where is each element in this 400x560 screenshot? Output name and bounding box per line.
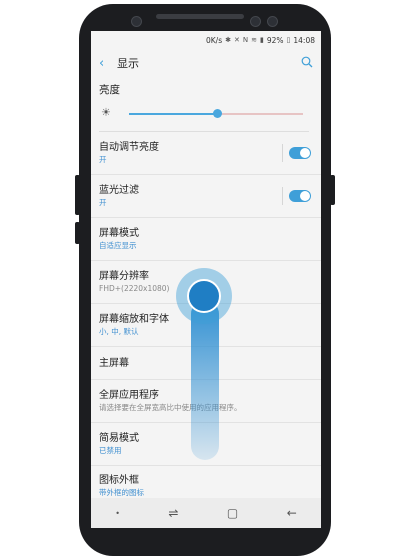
back-nav-icon[interactable]: ← bbox=[287, 506, 297, 520]
earpiece-speaker bbox=[156, 14, 244, 19]
brightness-slider[interactable] bbox=[129, 109, 303, 118]
power-button bbox=[330, 175, 335, 205]
chevron-left-icon[interactable]: ‹ bbox=[99, 56, 117, 71]
app-bar: ‹ 显示 bbox=[91, 49, 321, 77]
toggle-switch[interactable] bbox=[289, 147, 311, 159]
touch-indicator bbox=[187, 279, 221, 313]
page-title: 显示 bbox=[117, 57, 139, 70]
battery-icon: ▯ bbox=[286, 36, 291, 44]
settings-row-subtitle: 开 bbox=[99, 198, 107, 207]
sun-icon: ☀ bbox=[101, 106, 111, 119]
brightness-slider-row: ☀ bbox=[91, 99, 321, 127]
toggle-separator bbox=[282, 144, 283, 162]
settings-row-title: 蓝光过滤 bbox=[99, 185, 139, 196]
brightness-slider-fill bbox=[129, 113, 218, 115]
dot-icon[interactable]: • bbox=[115, 509, 120, 518]
settings-row-title: 图标外框 bbox=[99, 475, 139, 486]
volume-button bbox=[75, 175, 80, 215]
touch-trail bbox=[191, 300, 219, 460]
bixby-button bbox=[75, 222, 80, 244]
settings-row[interactable]: 自动调节亮度开 bbox=[91, 132, 321, 175]
settings-row-title: 屏幕模式 bbox=[99, 228, 139, 239]
signal-icon: ▮ bbox=[259, 36, 264, 44]
settings-row-subtitle: 开 bbox=[99, 155, 107, 164]
nfc-icon: N bbox=[242, 36, 249, 44]
status-bar: 0K/s ✱ ✕ N ≋ ▮ 92% ▯ 14:08 bbox=[91, 31, 321, 49]
sensor-icon bbox=[267, 16, 278, 27]
mute-icon: ✕ bbox=[233, 36, 240, 44]
settings-row[interactable]: 蓝光过滤开 bbox=[91, 175, 321, 218]
toggle-separator bbox=[282, 187, 283, 205]
iris-camera-icon bbox=[250, 16, 261, 27]
search-icon[interactable] bbox=[301, 56, 313, 71]
net-speed: 0K/s bbox=[205, 35, 223, 45]
home-icon[interactable]: ▢ bbox=[227, 506, 238, 520]
bluetooth-icon: ✱ bbox=[225, 36, 231, 44]
navigation-bar: • ⇌ ▢ ← bbox=[91, 498, 321, 528]
settings-row-subtitle: 自适应显示 bbox=[99, 241, 137, 250]
battery-percent: 92% bbox=[266, 35, 284, 45]
brightness-slider-thumb[interactable] bbox=[213, 109, 223, 118]
clock: 14:08 bbox=[293, 35, 315, 45]
front-camera-icon bbox=[131, 16, 142, 27]
brightness-label: 亮度 bbox=[99, 84, 120, 96]
settings-row[interactable]: 屏幕模式 自适应显示 bbox=[91, 218, 321, 261]
settings-row-subtitle: 带外框的图标 bbox=[99, 488, 144, 497]
settings-row-title: 自动调节亮度 bbox=[99, 142, 159, 153]
wifi-icon: ≋ bbox=[251, 36, 257, 44]
recents-icon[interactable]: ⇌ bbox=[168, 506, 178, 520]
toggle-switch[interactable] bbox=[289, 190, 311, 202]
